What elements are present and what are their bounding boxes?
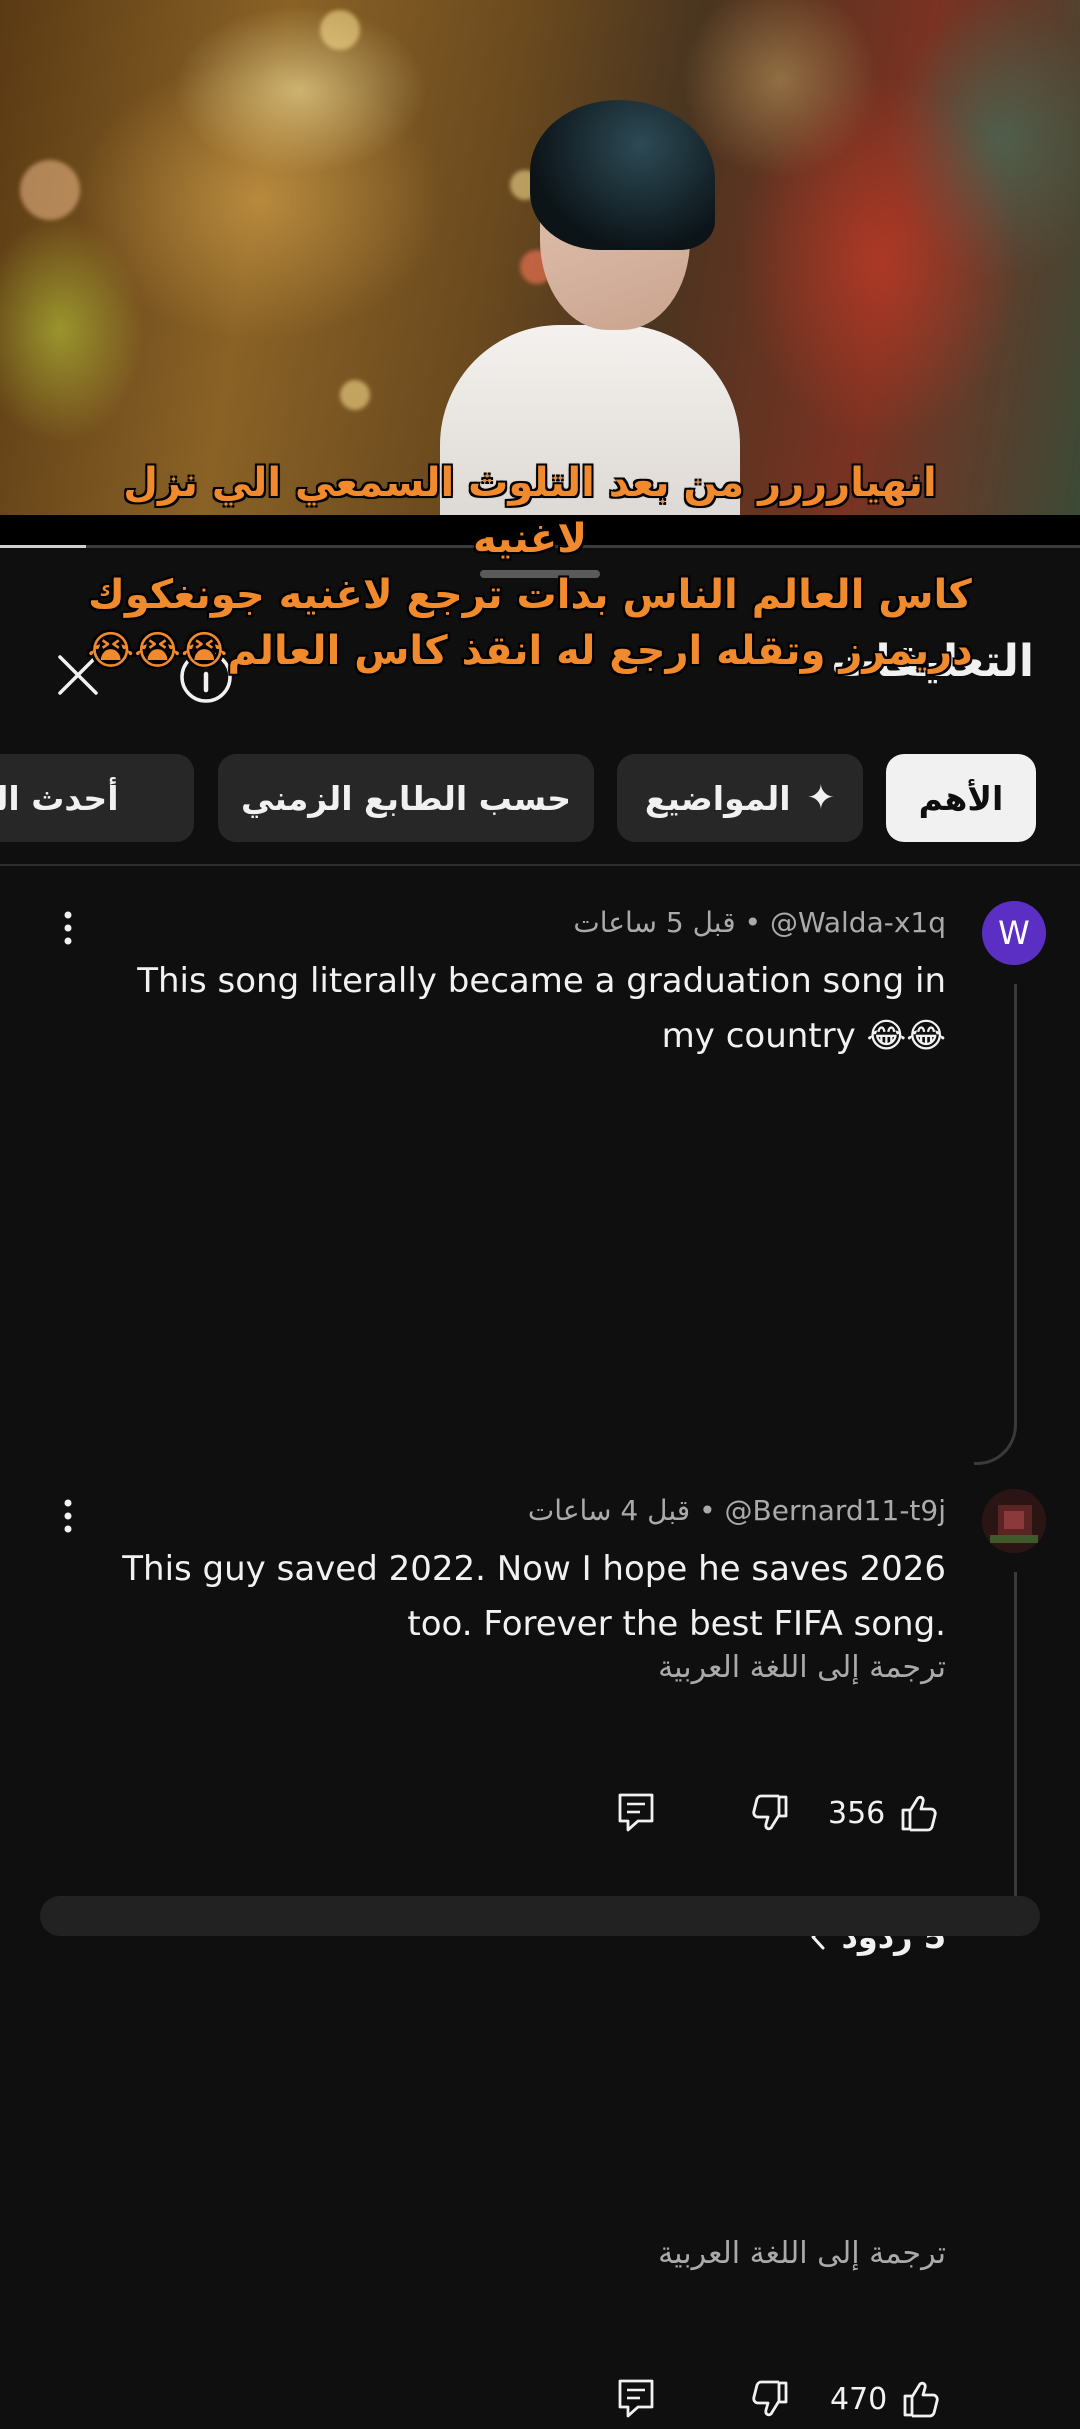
like-count: 470	[830, 2381, 888, 2417]
thumbs-down-icon	[752, 1794, 788, 1831]
reply-comment-icon	[618, 2379, 654, 2418]
comments-sheet: التعليقات الأهم ✦ المواضيع حسب الطابع ال…	[0, 548, 1080, 2418]
reply-button[interactable]	[616, 1783, 656, 1843]
chip-label: المواضيع	[644, 778, 791, 818]
divider	[0, 864, 1080, 866]
light-bokeh	[340, 380, 370, 410]
comment-time: قبل 4 ساعات	[527, 1494, 691, 1527]
thumbs-up-icon	[903, 2381, 939, 2418]
dislike-button[interactable]	[750, 1783, 790, 1843]
person-hair	[530, 100, 715, 250]
meta-separator: •	[744, 906, 762, 939]
like-button[interactable]: 470	[830, 2369, 941, 2429]
thread-line	[1014, 984, 1017, 1406]
comment-author[interactable]: @Walda-x1q	[770, 906, 946, 939]
caption-line: كاس العالم الناس بدات ترجع لاغنيه جونغكو…	[88, 572, 972, 618]
reply-button[interactable]	[616, 2369, 656, 2429]
light-bokeh	[320, 10, 360, 50]
comment-text-line: too. Forever the best FIFA song.	[407, 1604, 946, 1644]
comment-meta: @Walda-x1q • قبل 5 ساعات	[573, 906, 946, 939]
like-button[interactable]: 356	[828, 1783, 939, 1843]
avatar-image	[982, 1489, 1046, 1553]
comment-text: This guy saved 2022. Now I hope he saves…	[86, 1542, 946, 1652]
comment-time: قبل 5 ساعات	[573, 906, 736, 939]
comment-actions: 470	[0, 2369, 1080, 2429]
filter-chips: الأهم ✦ المواضيع حسب الطابع الزمني أحدث …	[0, 754, 1080, 844]
video-player[interactable]	[0, 0, 1080, 515]
chip-label: حسب الطابع الزمني	[241, 778, 571, 818]
avatar-letter: W	[998, 914, 1030, 952]
comment-text-line: This song literally became a graduation …	[137, 961, 946, 1001]
thumbs-down-icon	[752, 2380, 788, 2417]
more-options-button[interactable]	[50, 898, 86, 958]
light-bokeh	[20, 160, 80, 220]
reply-comment-icon	[618, 1793, 654, 1832]
like-count: 356	[828, 1795, 886, 1831]
comment-text: This song literally became a graduation …	[86, 954, 946, 1064]
translate-link[interactable]: ترجمة إلى اللغة العربية	[658, 2236, 946, 2271]
caption-line: انهيارررر من بعد التلوث السمعي الي نزل ل…	[123, 460, 937, 562]
chip-label: الأهم	[918, 778, 1004, 818]
more-vert-icon	[64, 911, 72, 945]
meta-separator: •	[699, 1494, 716, 1527]
chip-label: أحدث التع	[0, 778, 119, 818]
avatar[interactable]	[982, 1489, 1046, 1553]
caption-line: دريمرز وتقله ارجع له انقذ كاس العالم😭😭😭	[87, 628, 973, 674]
more-options-button[interactable]	[50, 1486, 86, 1546]
avatar[interactable]: W	[982, 901, 1046, 965]
chip-newest[interactable]: أحدث التع	[0, 754, 194, 842]
sparkle-icon: ✦	[806, 778, 836, 818]
comment-author[interactable]: @Bernard11-t9j	[725, 1494, 946, 1527]
dislike-button[interactable]	[750, 2369, 790, 2429]
chip-topics[interactable]: ✦ المواضيع	[617, 754, 863, 842]
thumbs-up-icon	[901, 1795, 937, 1832]
comment-actions: 356	[0, 1783, 1080, 1843]
chip-top[interactable]: الأهم	[886, 754, 1036, 842]
more-vert-icon	[64, 1499, 72, 1533]
comment-text-line: This guy saved 2022. Now I hope he saves…	[122, 1549, 946, 1589]
chip-timestamp[interactable]: حسب الطابع الزمني	[218, 754, 594, 842]
caption-overlay: انهيارررر من بعد التلوث السمعي الي نزل ل…	[70, 455, 990, 679]
comment-meta: @Bernard11-t9j • قبل 4 ساعات	[528, 1494, 946, 1527]
thread-line	[1014, 1572, 1017, 1922]
thread-line-curve	[974, 1406, 1017, 1465]
add-comment-bar[interactable]	[40, 1896, 1040, 1936]
translate-link[interactable]: ترجمة إلى اللغة العربية	[658, 1650, 946, 1685]
comment-text-line: my country 😂😂	[661, 1016, 946, 1056]
person-figure	[420, 90, 760, 515]
